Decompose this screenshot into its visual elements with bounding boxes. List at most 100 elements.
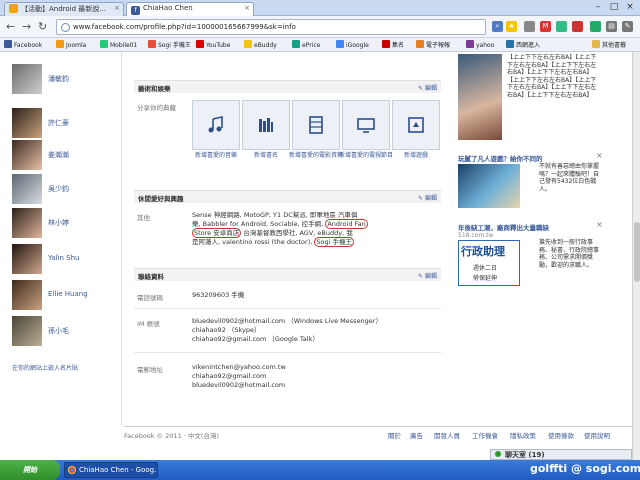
add-tv-tile[interactable] (342, 100, 390, 150)
add-books-link[interactable]: 新增書名 (239, 152, 293, 160)
close-window-icon[interactable]: × (622, 1, 638, 13)
close-tab-icon[interactable]: × (244, 4, 250, 12)
tv-icon (357, 118, 375, 133)
joomla-icon (56, 40, 64, 48)
bookmark-item[interactable]: YouTube (196, 40, 230, 49)
footer-link[interactable]: 工作機會 (472, 430, 498, 440)
friend-item[interactable]: 孫小毛 (12, 316, 122, 346)
online-dot-icon (495, 451, 501, 457)
highlighted-page[interactable]: Android Fan (325, 219, 368, 229)
activities-list: Sense 神經網路, MotoGP, Y1 DC幫派, 即軍地區 汽車俱 樂,… (192, 211, 368, 247)
footer-link[interactable]: 使用說明 (584, 430, 610, 440)
highlighted-page[interactable]: Sogi 手機王 (314, 237, 354, 247)
im-list: bluedevil0902@hotmail.com （Windows Live … (192, 317, 382, 343)
ad-url[interactable]: 518.com.tw (458, 232, 493, 240)
star-icon[interactable]: ★ (506, 21, 517, 32)
address-bar[interactable]: www.facebook.com/profile.php?id=10000016… (56, 19, 486, 35)
avatar[interactable] (12, 316, 42, 346)
add-movies-link[interactable]: 新增喜愛的電影資料 (289, 152, 343, 160)
footer-link[interactable]: 隱私政策 (510, 430, 536, 440)
wrench-icon[interactable]: ✎ (622, 21, 633, 32)
phone-value: 963209603 手機 (192, 291, 245, 299)
igoogle-icon (336, 40, 344, 48)
friend-item[interactable]: 許仁豪 (12, 108, 122, 138)
friend-item[interactable]: 吳少鈞 (12, 174, 122, 204)
extension-icon[interactable] (572, 21, 583, 32)
footer-link[interactable]: 開發人員 (434, 430, 460, 440)
edit-link[interactable]: ✎ 編輯 (418, 83, 437, 92)
email-label: 電郵地址 (137, 366, 163, 374)
friend-item[interactable]: 林小婷 (12, 208, 122, 238)
friend-item[interactable]: Yalin Shu (12, 244, 122, 274)
avatar[interactable] (12, 174, 42, 204)
bookmark-item[interactable]: 電子報報 (416, 40, 450, 49)
avatar[interactable] (12, 208, 42, 238)
bookmark-item[interactable]: Joomla (56, 40, 86, 49)
footer-link[interactable]: 使用條款 (548, 430, 574, 440)
bookmark-item[interactable]: Sogi 手機王 (148, 40, 191, 49)
avatar[interactable] (12, 64, 42, 94)
ad-text[interactable]: 搶先收到一般行政事務、秘書、行政院總事務、公司需求開價獎勵，歡迎的求職人。 (539, 239, 601, 269)
add-movies-tile[interactable] (292, 100, 340, 150)
eprice-icon (292, 40, 300, 48)
add-books-tile[interactable] (242, 100, 290, 150)
avatar[interactable] (12, 244, 42, 274)
ad-image[interactable] (458, 164, 520, 208)
footer-link[interactable]: 廣告 (410, 430, 423, 440)
gmail-icon[interactable]: M (540, 21, 551, 32)
start-button[interactable]: 開始 (0, 460, 60, 480)
avatar[interactable] (12, 140, 42, 170)
other-bookmarks[interactable]: 其他書籤 (592, 40, 626, 49)
ad-image[interactable] (458, 54, 502, 140)
add-games-tile[interactable] (392, 100, 440, 150)
page-scrollbar[interactable] (632, 52, 640, 460)
highlighted-page[interactable]: Store 安卓商店 (192, 228, 242, 238)
scrollbar-thumb[interactable] (634, 222, 640, 282)
bookmark-item[interactable]: iGoogle (336, 40, 369, 49)
minimize-icon[interactable]: – (590, 1, 606, 13)
forward-arrow-icon[interactable]: → (22, 20, 31, 33)
tab-chiahao-chen[interactable]: f ChiaHao Chen × (126, 2, 254, 16)
extension-icon[interactable] (590, 21, 601, 32)
edit-link[interactable]: ✎ 編輯 (418, 193, 437, 202)
close-ad-icon[interactable]: × (596, 151, 603, 160)
footer-copyright: Facebook © 2011 · 中文(台灣) (124, 432, 219, 440)
avatar[interactable] (12, 280, 42, 310)
add-music-link[interactable]: 新增喜愛的音樂 (189, 152, 243, 160)
ad-banner[interactable]: 行政助理 週休二日 勞保延伸 (458, 240, 520, 286)
add-tv-link[interactable]: 新增喜愛的電視節目 (339, 152, 393, 160)
add-music-tile[interactable] (192, 100, 240, 150)
reload-icon[interactable]: ↻ (38, 20, 47, 33)
ad-text[interactable]: 【上上下下左右左右BA】【上上下下左右左右BA】【上上下下左右左右BA】【上上下… (507, 54, 599, 142)
taskbar-chrome-window[interactable]: ChiaHao Chen - Goog... (64, 462, 158, 478)
extension-icon[interactable] (556, 21, 567, 32)
bookmark-item[interactable]: ePrice (292, 40, 320, 49)
zoom-icon[interactable]: ⌕ (492, 21, 503, 32)
bookmark-item[interactable]: 集名 (382, 40, 404, 49)
embed-badge-link[interactable]: 在你的網站上嵌入名片貼 (12, 363, 78, 372)
close-ad-icon[interactable]: × (596, 220, 603, 229)
ad-text[interactable]: 不就有善惡總由你掌握嗎？一起來體驗吧！自己發有5432位白色戰人。 (539, 163, 601, 193)
ad-title[interactable]: 玩膩了凡人遊戲？給你不同的 (458, 153, 598, 163)
tab-android-event[interactable]: 【活動】Android 最新說... × (4, 2, 124, 16)
bookmark-item[interactable]: 西網進入 (506, 40, 540, 49)
add-games-link[interactable]: 新增遊戲 (389, 152, 443, 160)
extension-icon[interactable] (524, 21, 535, 32)
friend-item[interactable]: 潘敏鈞 (12, 64, 122, 94)
close-tab-icon[interactable]: × (114, 4, 120, 12)
back-arrow-icon[interactable]: ← (6, 20, 15, 33)
edit-link[interactable]: ✎ 編輯 (418, 271, 437, 280)
friend-item[interactable]: 姜瀚瀚 (12, 140, 122, 170)
ad-title[interactable]: 年後缺工潮，廠商釋出大量職缺 (458, 222, 598, 232)
footer-link[interactable]: 關於 (388, 430, 401, 440)
maximize-icon[interactable]: □ (606, 1, 622, 13)
bookmark-item[interactable]: yahoo (466, 40, 494, 49)
chat-bar[interactable]: 聊天室 (19) (490, 449, 632, 460)
sogi-icon (148, 40, 156, 48)
bookmark-item[interactable]: Facebook (4, 40, 42, 49)
friend-item[interactable]: Ellie Huang (12, 280, 122, 310)
bookmark-item[interactable]: Mobile01 (100, 40, 137, 49)
avatar[interactable] (12, 108, 42, 138)
bookmark-item[interactable]: eBuddy (244, 40, 277, 49)
page-menu-icon[interactable]: ▤ (606, 21, 617, 32)
